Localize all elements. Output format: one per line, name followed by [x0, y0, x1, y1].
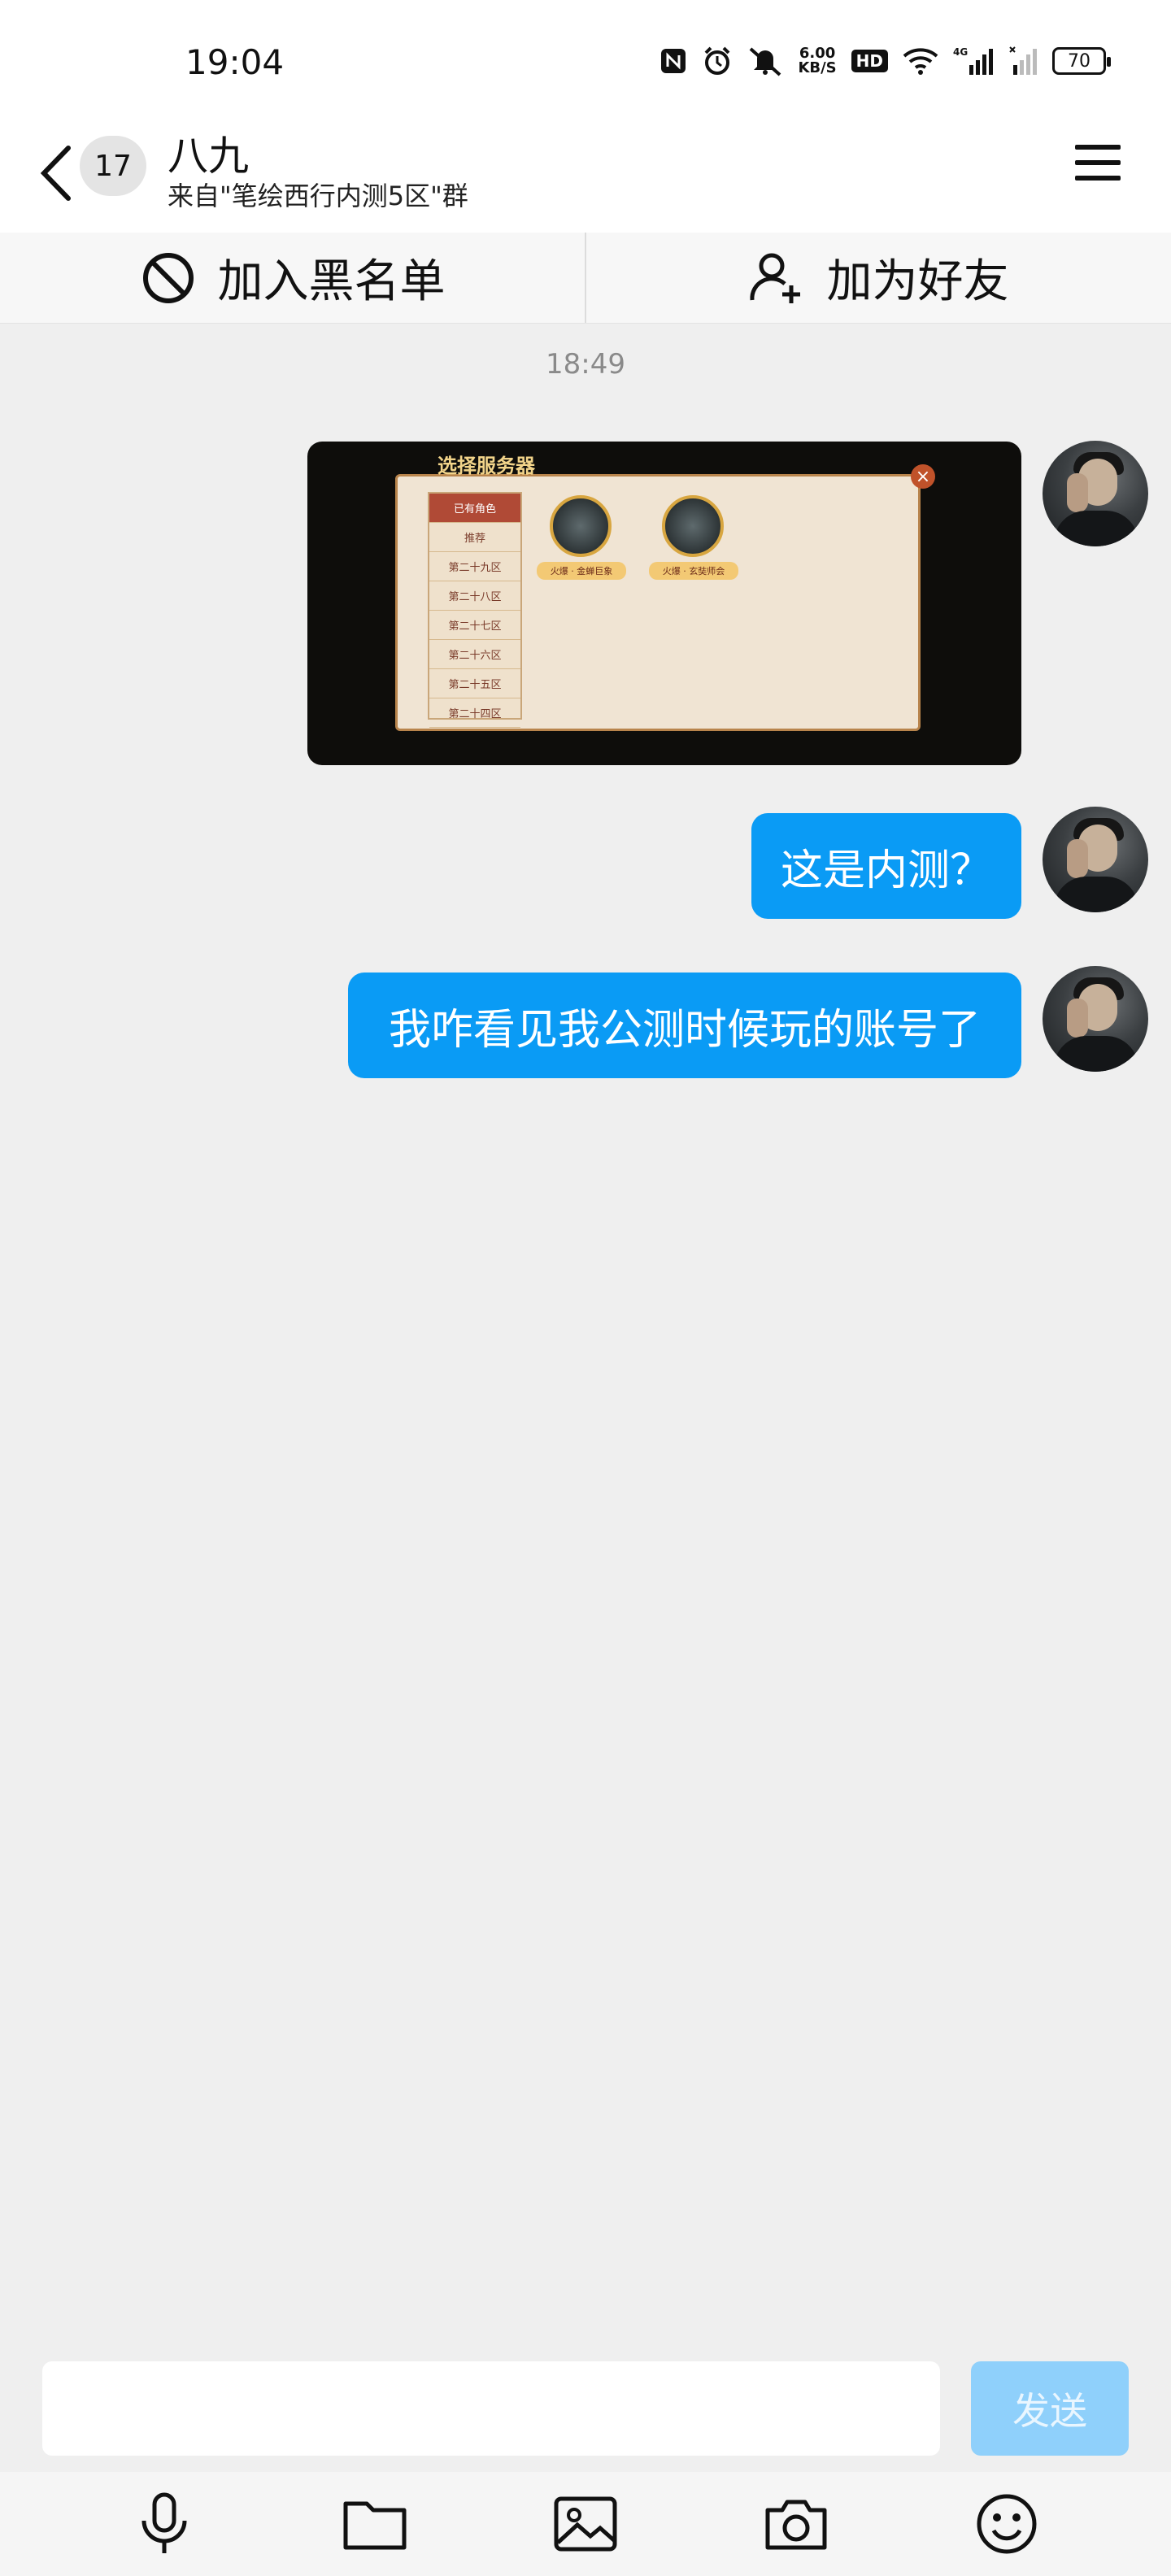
- back-button[interactable]: [36, 137, 80, 210]
- add-friend-button[interactable]: 加为好友: [586, 233, 1171, 323]
- gallery-button[interactable]: [548, 2487, 623, 2561]
- block-label: 加入黑名单: [217, 255, 446, 308]
- send-button[interactable]: 发送: [971, 2361, 1129, 2456]
- hamburger-icon: [1075, 145, 1121, 150]
- mute-icon: [747, 46, 783, 76]
- net-speed: 6.00 KB/S: [798, 45, 837, 76]
- action-bar: 加入黑名单 加为好友: [0, 233, 1171, 324]
- status-time: 19:04: [185, 42, 285, 82]
- unread-count-badge[interactable]: 17: [80, 136, 146, 196]
- camera-icon: [765, 2500, 827, 2550]
- add-friend-label: 加为好友: [826, 255, 1009, 308]
- list-item: 已有角色: [429, 494, 520, 523]
- message-bubble[interactable]: 我咋看见我公测时候玩的账号了: [348, 973, 1021, 1078]
- avatar[interactable]: [1043, 807, 1148, 912]
- chat-subtitle: 来自"笔绘西行内测5区"群: [168, 181, 468, 211]
- message-bubble[interactable]: 这是内测？: [751, 813, 1021, 919]
- character-portrait: [662, 495, 724, 557]
- list-item: 第二十六区: [429, 640, 520, 669]
- file-button[interactable]: [337, 2487, 412, 2561]
- list-item: 第二十四区: [429, 698, 520, 728]
- block-icon: [142, 252, 194, 303]
- wifi-icon: [903, 46, 938, 76]
- list-item: 第二十八区: [429, 581, 520, 611]
- emoji-icon: [977, 2494, 1037, 2554]
- alarm-icon: [702, 46, 733, 76]
- list-item: 第二十七区: [429, 611, 520, 640]
- image-message[interactable]: 选择服务器 × 已有角色 推荐 第二十九区 第二十八区 第二十七区 第二十六区 …: [307, 442, 1021, 765]
- character-portrait: [550, 495, 612, 557]
- character-tag: 火爆 · 玄奘师会: [649, 562, 738, 580]
- image-icon: [554, 2496, 617, 2552]
- character-tag: 火爆 · 金蝉巨象: [537, 562, 626, 580]
- microphone-icon: [141, 2492, 187, 2553]
- server-list: 已有角色 推荐 第二十九区 第二十八区 第二十七区 第二十六区 第二十五区 第二…: [428, 492, 522, 728]
- svg-text:4G: 4G: [953, 46, 968, 58]
- game-title: 选择服务器: [437, 454, 535, 477]
- voice-button[interactable]: [127, 2487, 202, 2561]
- character-card: 火爆 · 玄奘师会: [649, 495, 738, 593]
- menu-button[interactable]: [1075, 145, 1121, 187]
- character-card: 火爆 · 金蝉巨象: [537, 495, 626, 593]
- avatar[interactable]: [1043, 966, 1148, 1072]
- emoji-button[interactable]: [969, 2487, 1044, 2561]
- input-toolbar: [0, 2472, 1171, 2576]
- add-user-icon: [749, 253, 800, 303]
- list-item: 第二十九区: [429, 552, 520, 581]
- folder-icon: [343, 2501, 407, 2550]
- message-input[interactable]: [42, 2361, 940, 2456]
- status-icons: 6.00 KB/S HD 4G 70: [660, 41, 1111, 81]
- battery-indicator: 70: [1052, 47, 1111, 75]
- nfc-icon: [660, 47, 687, 75]
- chevron-left-icon: [40, 146, 71, 201]
- signal-empty-icon: [1008, 46, 1038, 76]
- signal-icon: 4G: [953, 46, 994, 76]
- hd-badge: HD: [851, 50, 888, 72]
- close-icon: ×: [911, 464, 935, 489]
- message-timestamp: 18:49: [546, 348, 625, 381]
- chat-title: 八九: [168, 133, 249, 180]
- list-item: 第二十五区: [429, 669, 520, 698]
- camera-button[interactable]: [759, 2487, 834, 2561]
- block-button[interactable]: 加入黑名单: [0, 233, 585, 323]
- list-item: 推荐: [429, 523, 520, 552]
- avatar[interactable]: [1043, 441, 1148, 546]
- status-bar: 19:04 6.00 KB/S HD 4G 70: [0, 0, 1171, 114]
